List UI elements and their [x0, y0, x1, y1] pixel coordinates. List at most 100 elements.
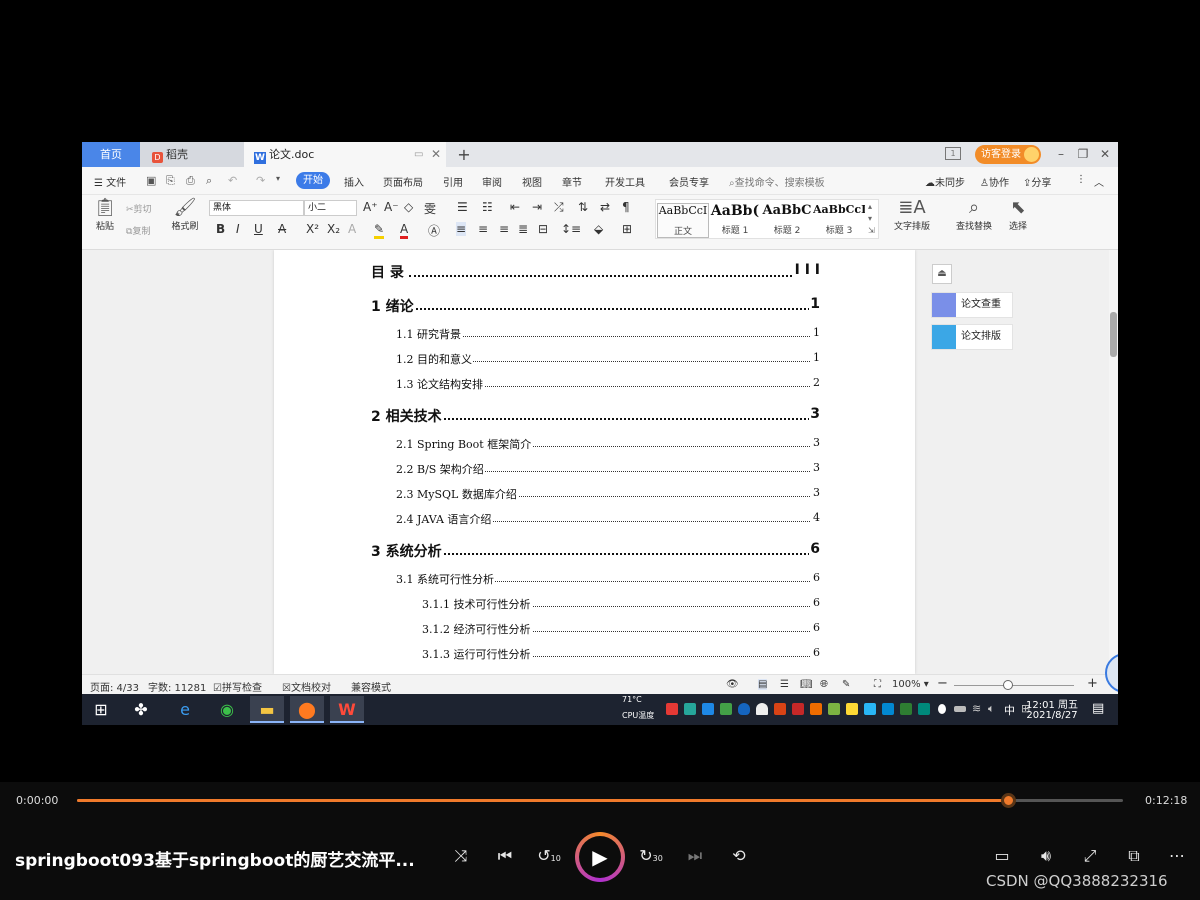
subtitles-icon[interactable]: ▭ — [989, 846, 1015, 865]
tab-pin-icon[interactable]: ▭ — [414, 142, 423, 167]
toc-entry[interactable]: 2.4 JAVA 语言介绍 4 — [396, 511, 820, 526]
style-scroll-up-icon[interactable]: ▴ — [868, 202, 872, 211]
windows-start-icon[interactable]: ⊞ — [84, 696, 118, 723]
forward-30-button[interactable]: ↻30 — [638, 846, 664, 865]
toc-entry[interactable]: 2.1 Spring Boot 框架简介 3 — [396, 436, 820, 451]
fan-app-icon[interactable]: ✤ — [124, 696, 158, 723]
toc-entry[interactable]: 3.1.3 运行可行性分析 6 — [422, 646, 820, 661]
toc-entry[interactable]: 2.2 B/S 架构介绍 3 — [396, 461, 820, 476]
increase-indent-icon[interactable]: ⇥ — [532, 200, 542, 214]
char-border-icon[interactable]: Ⓐ — [428, 222, 440, 239]
save-icon[interactable]: ▣ — [146, 174, 156, 187]
spell-check-button[interactable]: ☑拼写检查 — [213, 679, 262, 694]
file-explorer-icon[interactable]: ▬ — [250, 696, 284, 723]
wps-app-icon[interactable]: W — [330, 696, 364, 723]
more-quick-icon[interactable]: ▾ — [276, 174, 280, 183]
strikethrough-icon[interactable]: A — [278, 222, 286, 236]
previous-icon[interactable]: ⏮ — [492, 846, 518, 866]
tray-app-icon[interactable] — [846, 703, 858, 715]
battery-icon[interactable] — [954, 706, 966, 712]
undo-icon[interactable]: ↶ — [228, 174, 237, 187]
tray-app-icon[interactable] — [882, 703, 894, 715]
format-painter-button[interactable]: 🖌︎ 格式刷 — [168, 197, 202, 232]
chinese-layout-icon[interactable]: ⤮ — [554, 200, 564, 215]
toc-entry[interactable]: 2 相关技术 3 — [371, 406, 820, 425]
tab-close-icon[interactable]: ✕ — [431, 142, 441, 167]
style-scroll-down-icon[interactable]: ▾ — [868, 214, 872, 223]
tray-app-icon[interactable] — [774, 703, 786, 715]
toc-entry[interactable]: 1 绪论 1 — [371, 296, 820, 315]
menu-file[interactable]: ☰ 文件 — [94, 174, 126, 189]
zoom-slider-handle[interactable] — [1003, 680, 1013, 690]
toc-entry[interactable]: 3.1.2 经济可行性分析 6 — [422, 621, 820, 636]
shading-icon[interactable]: ⬙ — [594, 222, 603, 236]
mini-player-icon[interactable]: ⧉ — [1121, 846, 1147, 866]
font-size-select[interactable]: 小二 — [304, 200, 357, 216]
web-view-icon[interactable]: 🌐︎ — [820, 679, 828, 690]
redo-icon[interactable]: ↷ — [256, 174, 265, 187]
sync-button[interactable]: ☁未同步 — [925, 174, 965, 189]
share-button[interactable]: ⇪分享 — [1023, 174, 1051, 189]
text-layout-button[interactable]: ≣A 文字排版 — [888, 197, 936, 232]
shuffle-icon[interactable]: ⤨ — [448, 846, 474, 866]
find-replace-button[interactable]: ⌕ 查找替换 — [950, 197, 998, 232]
restore-icon[interactable]: ❐ — [1072, 142, 1094, 167]
menu-developer[interactable]: 开发工具 — [605, 174, 645, 189]
zoom-in-icon[interactable]: + — [1087, 676, 1098, 691]
clear-format-icon[interactable]: ◇ — [404, 200, 413, 214]
menu-view[interactable]: 视图 — [522, 174, 542, 189]
toc-entry[interactable]: 3.1.1 技术可行性分析 6 — [422, 596, 820, 611]
tray-app-icon[interactable] — [666, 703, 678, 715]
bluetooth-icon[interactable] — [938, 704, 946, 714]
align-right-icon[interactable]: ≡ — [499, 222, 509, 236]
scrollbar-thumb[interactable] — [1110, 312, 1117, 357]
align-center-icon[interactable]: ≡ — [478, 222, 488, 236]
align-left-icon[interactable]: ≡ — [456, 222, 467, 236]
tab-document[interactable]: W 论文.doc ▭ ✕ — [244, 142, 446, 167]
paste-button[interactable]: 📋︎ 粘贴 — [90, 197, 120, 232]
wifi-icon[interactable]: ≋ — [972, 702, 981, 715]
toc-entry[interactable]: 1.1 研究背景 1 — [396, 326, 820, 341]
more-menu-icon[interactable]: ⋮ — [1076, 174, 1086, 185]
select-button[interactable]: ⬉ 选择 — [1002, 197, 1034, 232]
volume-icon[interactable]: 🔊︎ — [1033, 846, 1059, 866]
bold-icon[interactable]: B — [216, 222, 225, 236]
bell-icon[interactable] — [756, 703, 768, 715]
fit-page-icon[interactable]: ⛶ — [874, 679, 881, 690]
paper-check-button[interactable]: 论文查重 — [931, 292, 1013, 318]
show-marks-icon[interactable]: ¶ — [622, 200, 630, 214]
bullet-list-icon[interactable]: ☰ — [457, 200, 468, 214]
word-count[interactable]: 字数: 11281 — [148, 679, 206, 694]
highlight-icon[interactable]: ✎ — [374, 222, 385, 239]
font-name-select[interactable]: 黑体 — [209, 200, 304, 216]
progress-handle[interactable] — [1001, 793, 1016, 808]
zoom-out-icon[interactable]: − — [937, 676, 948, 691]
tab-home[interactable]: 首页 — [82, 142, 140, 167]
repeat-off-icon[interactable]: ⟲ — [726, 846, 752, 865]
menu-chapter[interactable]: 章节 — [562, 174, 582, 189]
text-effect-icon[interactable]: A — [348, 222, 356, 236]
decrease-indent-icon[interactable]: ⇤ — [510, 200, 520, 214]
menu-references[interactable]: 引用 — [443, 174, 463, 189]
distribute-icon[interactable]: ⊟ — [538, 222, 548, 236]
cut-button[interactable]: ✂剪切 — [126, 202, 152, 215]
italic-icon[interactable]: I — [236, 222, 240, 236]
recorder-app-icon[interactable]: ⬤ — [290, 696, 324, 723]
page-indicator[interactable]: 页面: 4/33 — [90, 679, 139, 694]
proofread-button[interactable]: ☒文档校对 — [282, 679, 331, 694]
zoom-slider[interactable] — [954, 685, 1074, 686]
pen-icon[interactable]: ✎ — [842, 679, 850, 690]
document-area[interactable]: 目 录 I I I 1 绪论 1 1.1 研究背景 1 1.2 目的和意义 1 1.3 论文… — [82, 250, 1118, 674]
clock-time[interactable]: 12:01 周五 — [1026, 696, 1078, 711]
justify-icon[interactable]: ≣ — [518, 222, 528, 236]
page-count-badge[interactable]: 1 — [945, 147, 961, 160]
ime-indicator[interactable]: 中 — [1004, 702, 1015, 718]
tray-app-icon[interactable] — [702, 703, 714, 715]
more-options-icon[interactable]: ⋯ — [1164, 846, 1190, 865]
toc-entry[interactable]: 3 系统分析 6 — [371, 541, 820, 560]
play-button[interactable]: ▶ — [575, 832, 625, 882]
shrink-font-icon[interactable]: A⁻ — [384, 200, 399, 214]
export-icon[interactable]: ⎘ — [166, 174, 175, 188]
font-color-icon[interactable]: A — [400, 222, 409, 239]
menu-review[interactable]: 审阅 — [482, 174, 502, 189]
